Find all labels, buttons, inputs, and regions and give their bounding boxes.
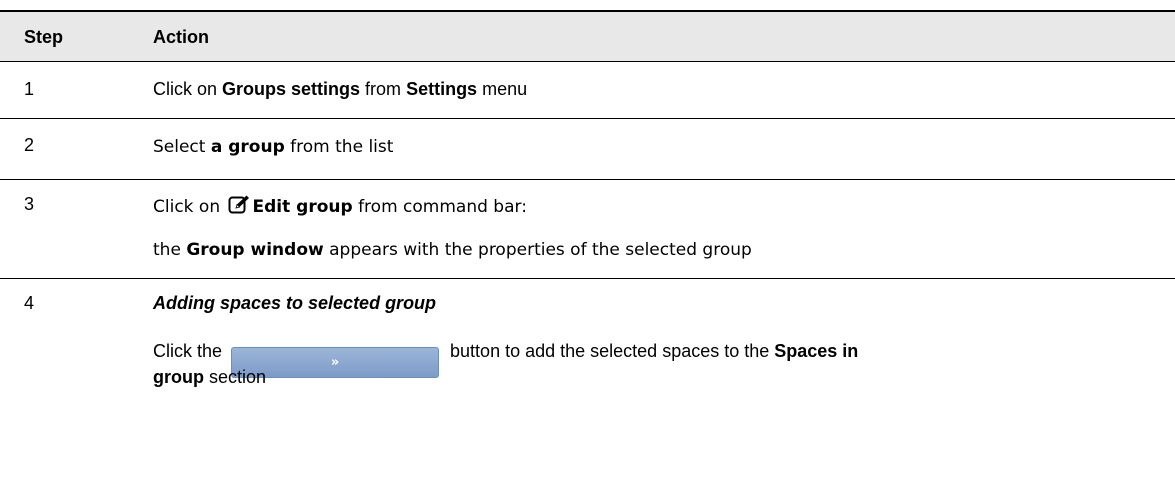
procedure-table: Step Action 1 Click on Groups settings f… <box>0 10 1175 479</box>
header-step: Step <box>24 27 64 47</box>
edit-icon <box>228 194 250 216</box>
table-row: 3 Click on Edit group from command bar: … <box>0 180 1175 278</box>
table-header: Step Action <box>0 12 1175 61</box>
step-action-continued: group section <box>153 367 267 387</box>
step-number: 3 <box>24 194 35 214</box>
step-action: Click on Groups settings from Settings m… <box>153 79 528 99</box>
step-number: 4 <box>24 293 35 313</box>
step-action: Click on Edit group from command bar: <box>153 194 527 217</box>
header-action: Action <box>153 27 209 47</box>
step-heading: Adding spaces to selected group <box>153 293 437 313</box>
table-row: 2 Select a group from the list <box>0 119 1175 179</box>
step-action: Select a group from the list <box>153 137 394 157</box>
step-result: the Group window appears with the proper… <box>153 240 752 260</box>
table-row: 1 Click on Groups settings from Settings… <box>0 62 1175 118</box>
step-number: 1 <box>24 79 35 99</box>
step-number: 2 <box>24 135 35 155</box>
table-row: 4 Adding spaces to selected group Click … <box>0 279 1175 479</box>
